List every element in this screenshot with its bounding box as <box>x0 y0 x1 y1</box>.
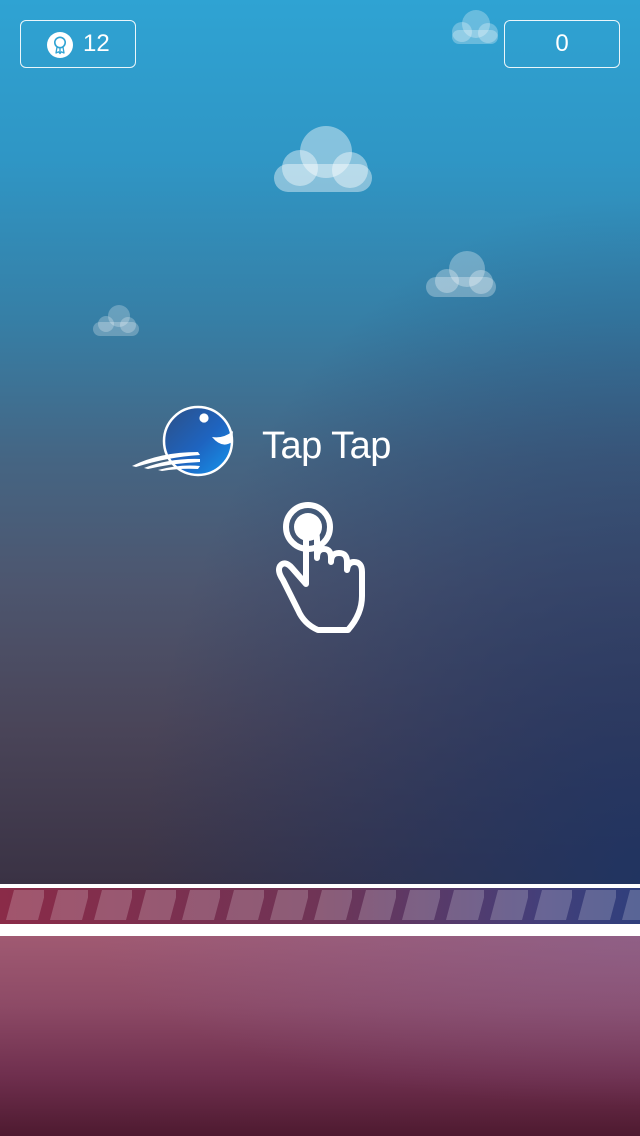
best-score-value: 12 <box>83 30 110 57</box>
cloud-icon <box>426 251 496 297</box>
track-strip <box>0 884 640 936</box>
cloud-icon <box>274 126 372 192</box>
tap-hand-icon <box>276 502 365 633</box>
game-scene[interactable]: 12 0 Tap Tap <box>0 0 640 1136</box>
best-score-panel: 12 <box>20 20 136 68</box>
cloud-icon <box>93 305 139 336</box>
current-score-panel: 0 <box>504 20 620 68</box>
award-ribbon-icon <box>47 32 73 58</box>
tap-prompt-label: Tap Tap <box>262 425 391 467</box>
striped-track-band <box>0 888 640 924</box>
ground-area <box>0 936 640 1136</box>
current-score-value: 0 <box>555 30 569 57</box>
blue-bird-icon <box>132 405 234 477</box>
cloud-icon <box>452 10 498 44</box>
track-stripes-pattern <box>0 888 640 924</box>
